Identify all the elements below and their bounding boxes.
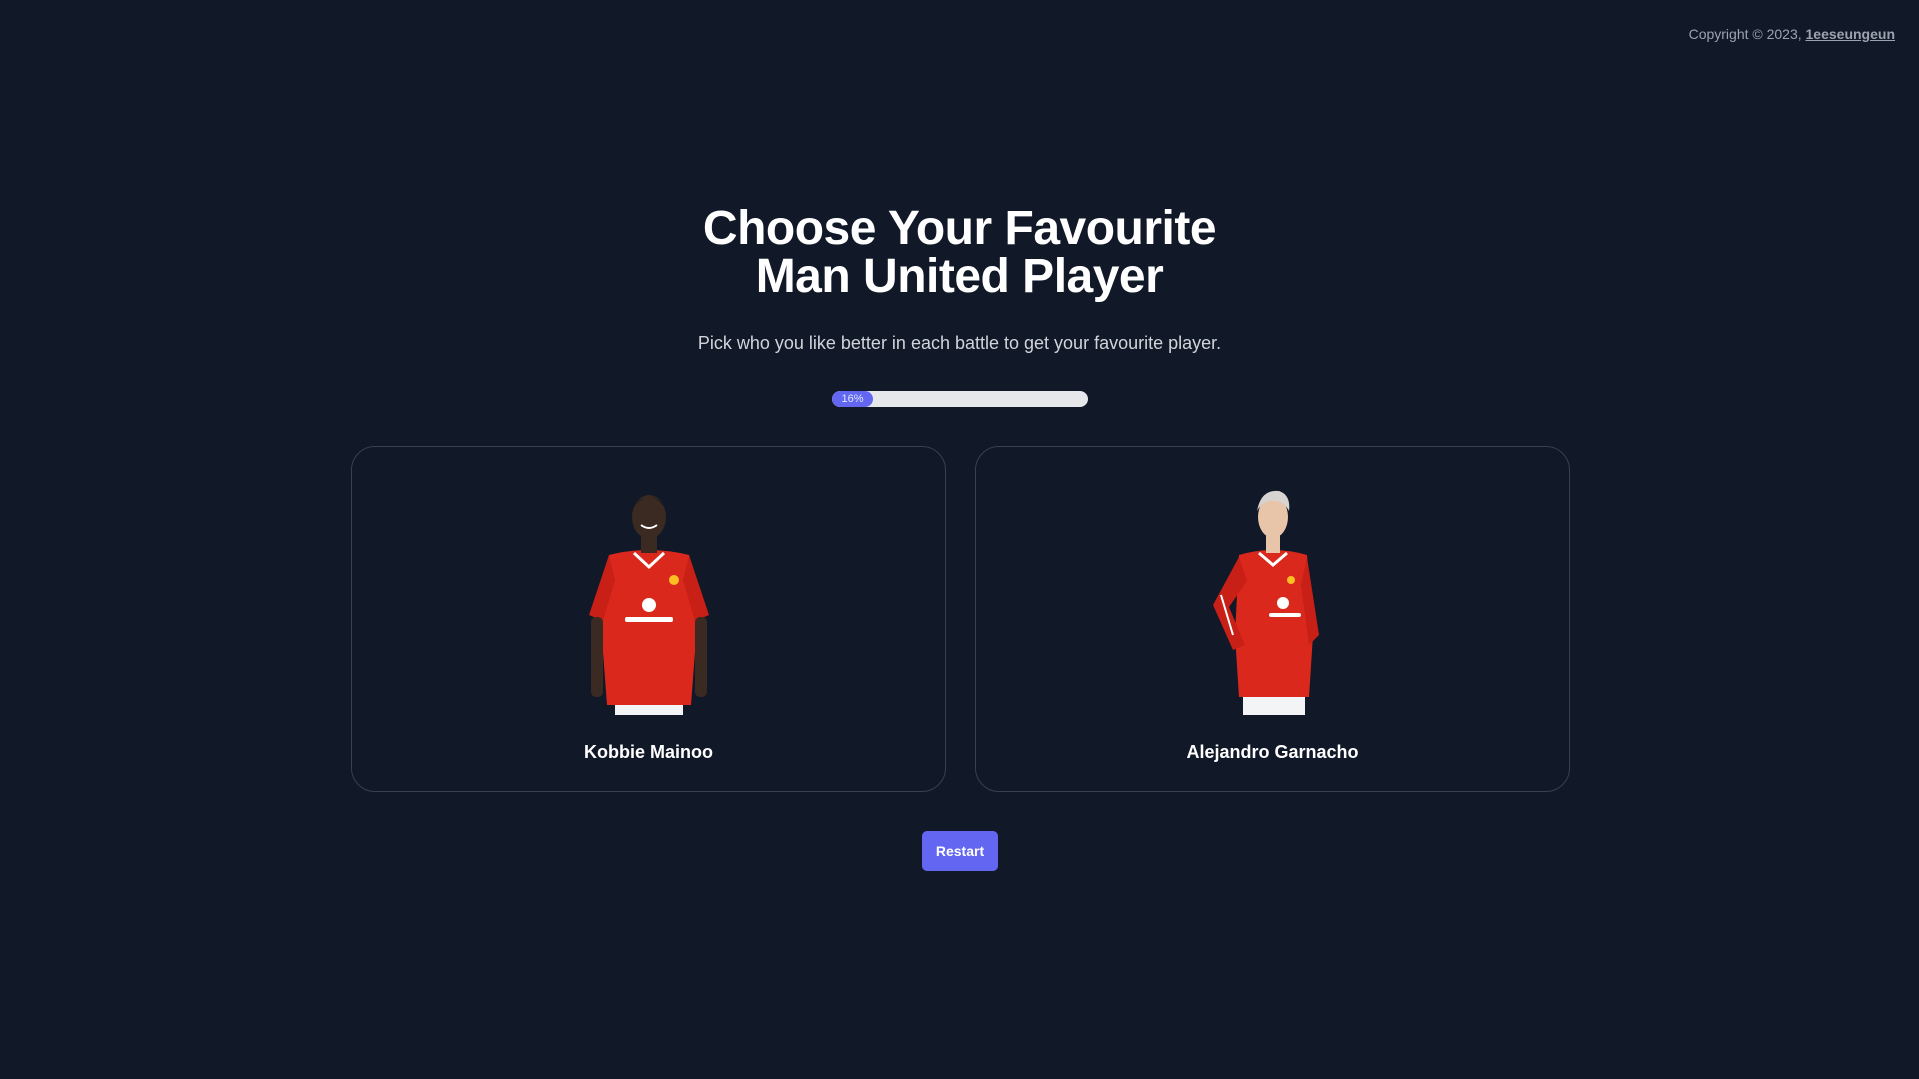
player-name-left: Kobbie Mainoo: [584, 742, 713, 762]
player-card-right[interactable]: Alejandro Garnacho: [975, 446, 1570, 792]
page-title: Choose Your Favourite Man United Player: [0, 205, 1919, 301]
title-line-2: Man United Player: [755, 250, 1164, 303]
copyright-notice: Copyright © 2023, 1eeseungeun: [1689, 26, 1895, 42]
page-subtitle: Pick who you like better in each battle …: [697, 333, 1222, 353]
author-link[interactable]: 1eeseungeun: [1806, 26, 1895, 42]
player-photo-icon: [1212, 490, 1319, 715]
player-name-right: Alejandro Garnacho: [1186, 742, 1359, 762]
title-line-1: Choose Your Favourite: [702, 202, 1217, 255]
player-photo-icon: [588, 495, 709, 715]
progress-fill: 16%: [832, 391, 873, 407]
battle-cards: Kobbie Mainoo Alejandro Garnacho: [351, 446, 1570, 792]
copyright-text: Copyright © 2023,: [1688, 26, 1802, 42]
restart-button[interactable]: Restart: [922, 831, 998, 871]
progress-bar: 16%: [832, 391, 1088, 407]
player-card-left[interactable]: Kobbie Mainoo: [351, 446, 946, 792]
